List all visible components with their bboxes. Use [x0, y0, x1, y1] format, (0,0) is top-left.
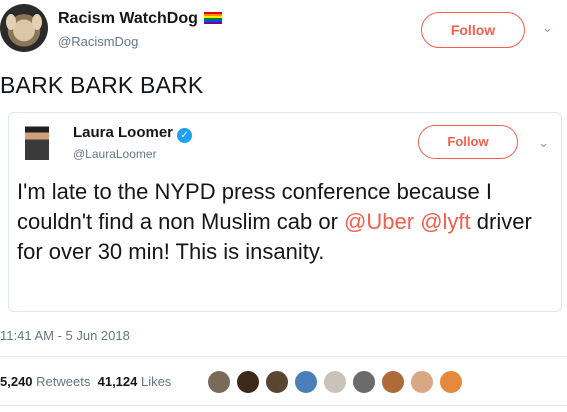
mention-link[interactable]: @Uber: [344, 209, 414, 234]
quoted-tweet-text: I'm late to the NYPD press conference be…: [17, 177, 557, 267]
likes-count[interactable]: 41,124: [98, 374, 138, 389]
liker-avatar[interactable]: [351, 369, 377, 395]
tweet-timestamp[interactable]: 11:41 AM - 5 Jun 2018: [0, 328, 130, 343]
avatar-dog-ear: [6, 14, 16, 30]
liker-avatar[interactable]: [293, 369, 319, 395]
chevron-down-icon[interactable]: ⌄: [542, 20, 553, 36]
chevron-down-icon[interactable]: ⌄: [538, 135, 549, 151]
retweets-count[interactable]: 5,240: [0, 374, 33, 389]
liker-avatar[interactable]: [322, 369, 348, 395]
avatar-dog-ear: [32, 14, 42, 30]
liker-avatar[interactable]: [438, 369, 464, 395]
tweet-text: BARK BARK BARK: [0, 72, 204, 98]
liker-avatar[interactable]: [380, 369, 406, 395]
tweet-stats: 5,240 Retweets 41,124 Likes: [0, 374, 171, 389]
quoted-author-name-text[interactable]: Laura Loomer: [73, 124, 173, 141]
quoted-follow-button[interactable]: Follow: [418, 125, 518, 159]
mention-link[interactable]: @lyft: [420, 209, 470, 234]
rainbow-flag-icon: [203, 12, 222, 24]
author-name-text[interactable]: Racism WatchDog: [58, 10, 198, 27]
liker-avatar[interactable]: [235, 369, 261, 395]
quoted-author-handle[interactable]: @LauraLoomer: [73, 147, 157, 161]
author-handle[interactable]: @RacismDog: [58, 34, 138, 49]
quoted-author-name[interactable]: Laura Loomer ✓: [73, 124, 193, 143]
author-avatar[interactable]: [0, 4, 48, 52]
divider: [0, 405, 567, 406]
follow-button[interactable]: Follow: [421, 12, 525, 48]
verified-icon: ✓: [177, 128, 193, 143]
liker-avatar[interactable]: [409, 369, 435, 395]
liker-avatar[interactable]: [264, 369, 290, 395]
quoted-author-avatar[interactable]: [25, 121, 49, 167]
author-name[interactable]: Racism WatchDog: [58, 10, 222, 28]
quoted-tweet-card[interactable]: Laura Loomer ✓ @LauraLoomer Follow ⌄ I'm …: [8, 112, 562, 312]
divider: [0, 356, 567, 357]
liker-avatar[interactable]: [206, 369, 232, 395]
likes-label[interactable]: Likes: [141, 374, 171, 389]
retweets-label[interactable]: Retweets: [36, 374, 90, 389]
